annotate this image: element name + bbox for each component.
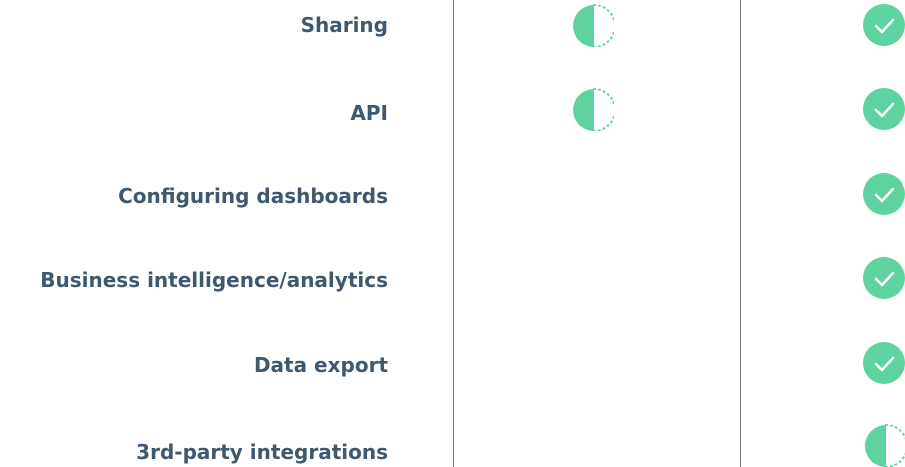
check-circle-icon — [862, 87, 905, 131]
feature-label-api: API — [350, 101, 388, 125]
half-circle-icon — [862, 423, 905, 467]
feature-label-business-intelligence: Business intelligence/analytics — [40, 268, 388, 292]
check-circle-icon — [862, 3, 905, 47]
feature-label-data-export: Data export — [253, 353, 388, 377]
half-circle-icon — [570, 3, 614, 47]
feature-label-3rd-party-integrations: 3rd-party integrations — [136, 440, 388, 464]
column-divider-1 — [453, 0, 454, 467]
check-circle-icon — [862, 256, 905, 300]
feature-label-configuring-dashboards: Configuring dashboards — [118, 184, 388, 208]
column-divider-2 — [740, 0, 741, 467]
half-circle-icon — [570, 87, 614, 131]
check-circle-icon — [862, 341, 905, 385]
check-circle-icon — [862, 172, 905, 216]
feature-label-sharing: Sharing — [300, 13, 388, 37]
